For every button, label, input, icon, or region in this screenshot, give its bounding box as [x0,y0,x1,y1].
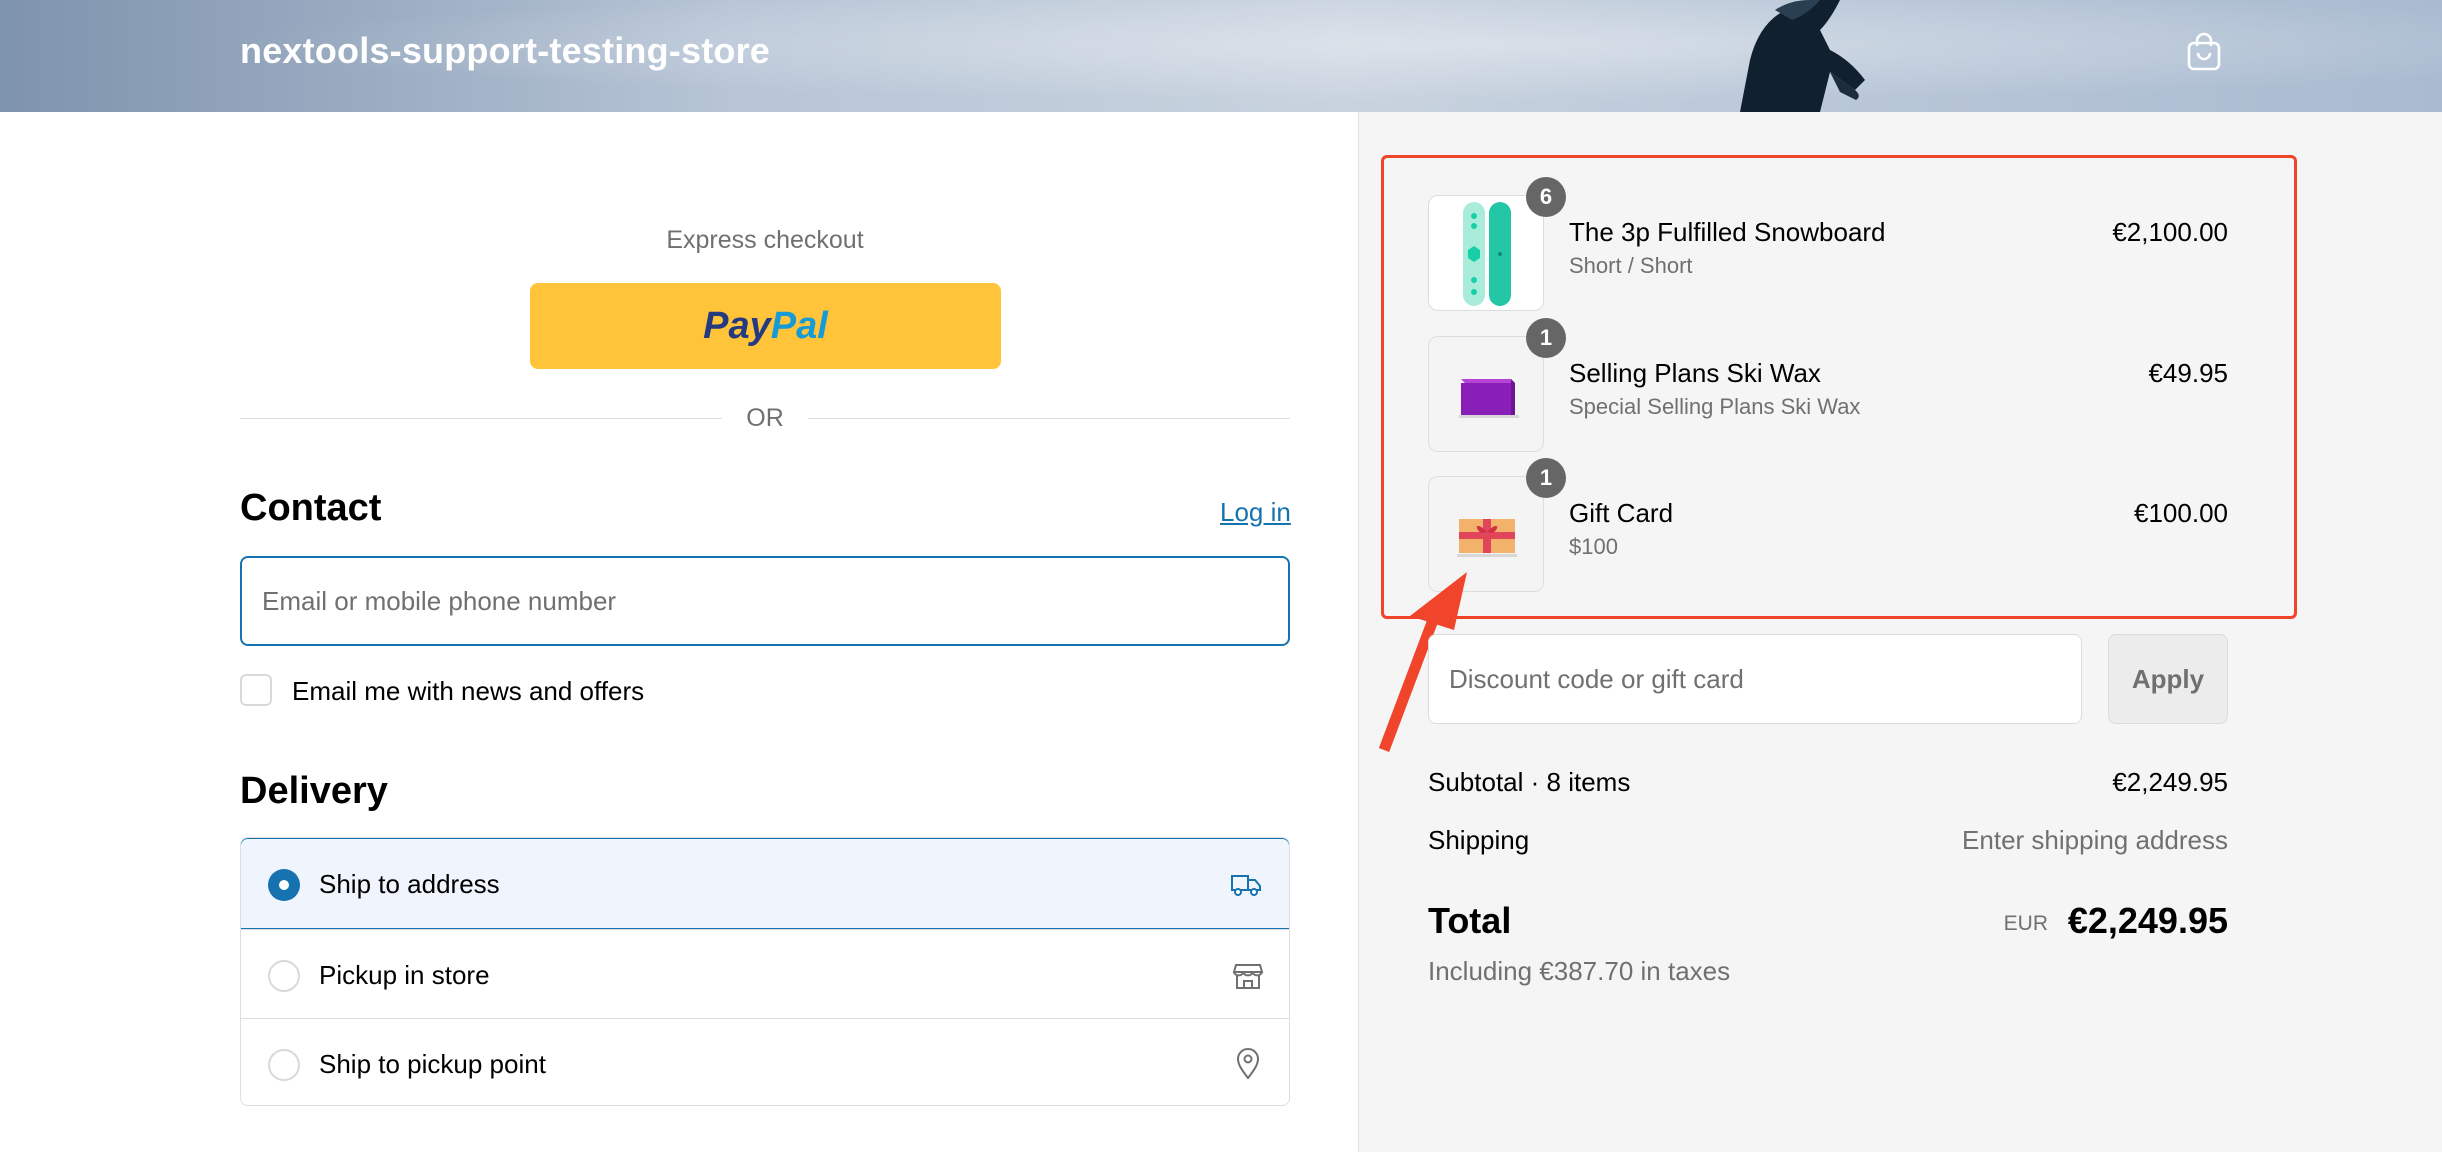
product-name: Selling Plans Ski Wax [1569,358,1821,388]
or-label: OR [746,404,784,432]
product-variant: Short / Short [1569,253,1693,278]
ski-wax-image [1429,337,1543,451]
apply-discount-button[interactable]: Apply [2108,634,2228,724]
product-variant: $100 [1569,534,1618,559]
product-thumbnail [1428,195,1544,311]
paypal-button[interactable]: Pay Pal [530,283,1001,369]
snowboarder-image [1740,0,1865,112]
product-name: The 3p Fulfilled Snowboard [1569,217,1886,247]
product-price: €100.00 [2134,498,2228,528]
quantity-badge: 1 [1526,318,1566,358]
login-link[interactable]: Log in [1220,497,1291,528]
line-item: 1 Selling Plans Ski Wax Special Selling … [1428,318,2228,452]
snowboard-image [1463,202,1511,306]
radio-pickup-in-store[interactable] [268,960,300,992]
email-input[interactable] [240,556,1290,646]
delivery-option-ship-to-pickup-point[interactable]: Ship to pickup point [241,1018,1289,1105]
express-checkout-label: Express checkout [666,226,864,254]
delivery-title: Delivery [240,770,388,812]
paypal-logo-part2: Pal [770,304,828,347]
map-pin-icon [1236,1048,1260,1080]
delivery-options: Ship to address Pickup in store Ship to … [240,837,1290,1106]
discount-code-input[interactable] [1428,634,2082,724]
shipping-label: Shipping [1428,825,1530,855]
quantity-badge: 6 [1526,177,1566,217]
line-item: 1 Gift Card $100 €100.00 [1428,458,2228,592]
total-value: €2,249.95 [2067,900,2228,941]
total-label: Total [1428,900,1512,941]
delivery-option-label: Ship to address [319,869,500,899]
contact-title: Contact [240,487,382,529]
product-name: Gift Card [1569,498,1674,528]
product-price: €2,100.00 [2112,217,2228,247]
quantity-badge: 1 [1526,458,1566,498]
subtotal-value: €2,249.95 [2112,767,2228,797]
line-item: 6 The 3p Fulfilled Snowboard Short / Sho… [1428,177,2228,311]
divider-line-left [240,418,722,419]
subtotal-label: Subtotal · 8 items [1428,767,1631,797]
truck-icon [1231,875,1261,896]
delivery-option-label: Pickup in store [319,960,490,990]
shipping-value: Enter shipping address [1962,825,2228,855]
newsletter-label[interactable]: Email me with news and offers [292,676,644,707]
product-price: €49.95 [2148,358,2228,388]
taxes-note: Including €387.70 in taxes [1428,956,1731,986]
currency-code: EUR [2003,912,2048,935]
radio-ship-to-pickup-point[interactable] [268,1049,300,1081]
delivery-option-pickup-in-store[interactable]: Pickup in store [241,929,1289,1018]
store-name[interactable]: nextools-support-testing-store [240,30,770,72]
product-thumbnail [1428,336,1544,452]
newsletter-checkbox[interactable] [240,674,272,706]
delivery-option-label: Ship to pickup point [319,1049,546,1079]
shopping-bag-icon[interactable] [2186,32,2222,72]
or-divider: OR [240,404,1290,434]
delivery-option-ship-to-address[interactable]: Ship to address [241,838,1289,929]
paypal-logo-part1: Pay [703,304,771,347]
divider-line-right [808,418,1290,419]
radio-ship-to-address[interactable] [268,869,300,901]
header-banner: nextools-support-testing-store [0,0,2442,112]
product-variant: Special Selling Plans Ski Wax [1569,394,1861,419]
store-icon [1232,964,1264,989]
